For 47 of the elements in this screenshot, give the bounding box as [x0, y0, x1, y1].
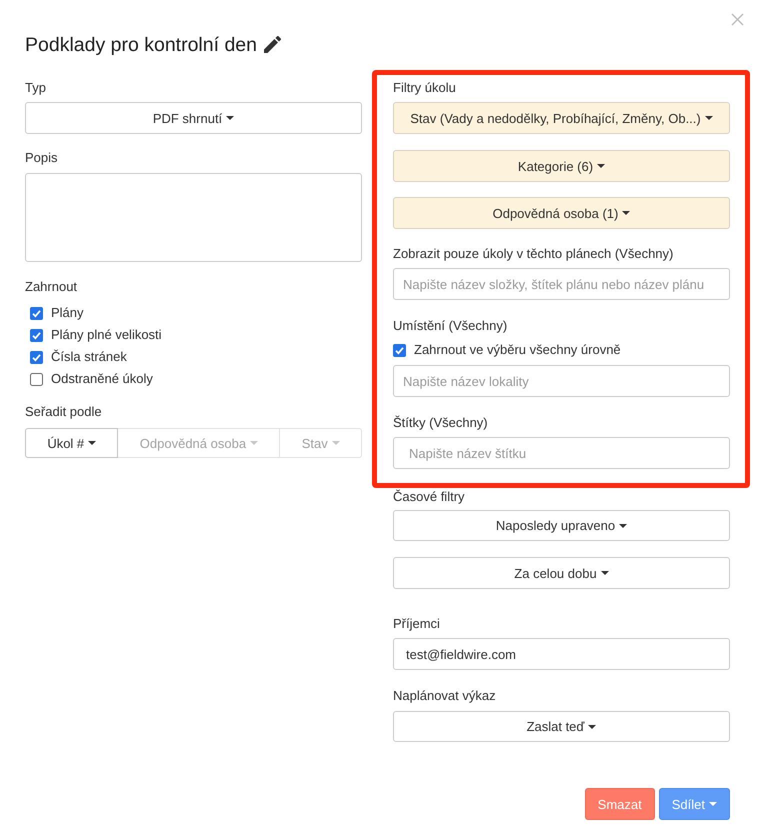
- checkbox[interactable]: [30, 328, 43, 342]
- field-label: Příjemci: [393, 616, 441, 632]
- caret-icon: [226, 116, 234, 120]
- checkbox-label: Zahrnout ve výběru všechny úrovně: [414, 342, 621, 358]
- description-field[interactable]: [25, 173, 362, 262]
- field-label: Popis: [25, 150, 59, 166]
- pencil-icon[interactable]: [264, 36, 281, 53]
- dialog-title: Podklady pro kontrolní den: [25, 33, 257, 58]
- filter-dropdown[interactable]: Stav (Vady a nedodělky, Probíhající, Změny, Ob...): [393, 102, 730, 134]
- recipients-field[interactable]: test@fieldwire.com: [393, 638, 730, 670]
- time-filter-dropdown[interactable]: Naposledy upraveno: [393, 510, 730, 541]
- filter-dropdown[interactable]: Kategorie (6): [393, 150, 730, 182]
- caret-icon: [619, 524, 628, 528]
- schedule-dropdown[interactable]: Zaslat teď: [393, 711, 730, 742]
- checkbox-label: Odstraněné úkoly: [51, 371, 153, 387]
- caret-icon: [88, 441, 96, 445]
- checkbox-label: Plány plné velikosti: [51, 327, 162, 343]
- checkbox[interactable]: [393, 344, 406, 356]
- checkbox[interactable]: [30, 372, 43, 386]
- field-label: Časové filtry: [393, 489, 466, 505]
- time-filter-dropdown[interactable]: Za celou dobu: [393, 557, 730, 589]
- caret-icon: [588, 724, 596, 728]
- tags-search-field[interactable]: Napište název štítku: [393, 437, 730, 469]
- location-search-field[interactable]: Napište název lokality: [393, 365, 730, 397]
- sort-option[interactable]: Úkol #: [25, 428, 118, 458]
- caret-icon: [704, 116, 713, 120]
- caret-icon: [600, 571, 609, 575]
- field-label: Štítky (Všechny): [393, 415, 489, 431]
- caret-icon: [250, 441, 258, 445]
- field-label: Naplánovat výkaz: [393, 688, 497, 704]
- field-label: Seřadit podle: [25, 404, 103, 420]
- caret-icon: [597, 164, 606, 168]
- field-label: Filtry úkolu: [393, 80, 457, 96]
- field-label: Zahrnout: [25, 279, 78, 295]
- checkbox[interactable]: [30, 350, 43, 364]
- field-label: Umístění (Všechny): [393, 318, 508, 334]
- checkbox-label: Čísla stránek: [51, 349, 127, 365]
- field-label: Zobrazit pouze úkoly v těchto plánech (Všechny): [393, 246, 674, 262]
- field-label: Typ: [25, 80, 47, 96]
- caret-icon: [332, 441, 340, 445]
- caret-icon: [709, 802, 717, 806]
- checkbox-label: Plány: [51, 305, 84, 321]
- checkbox[interactable]: [30, 306, 43, 320]
- caret-icon: [622, 211, 630, 215]
- plans-search-field[interactable]: Napište název složky, štítek plánu nebo název plánu: [393, 268, 730, 300]
- filter-dropdown[interactable]: Odpovědná osoba (1): [393, 197, 730, 229]
- type-dropdown[interactable]: PDF shrnutí: [25, 102, 362, 134]
